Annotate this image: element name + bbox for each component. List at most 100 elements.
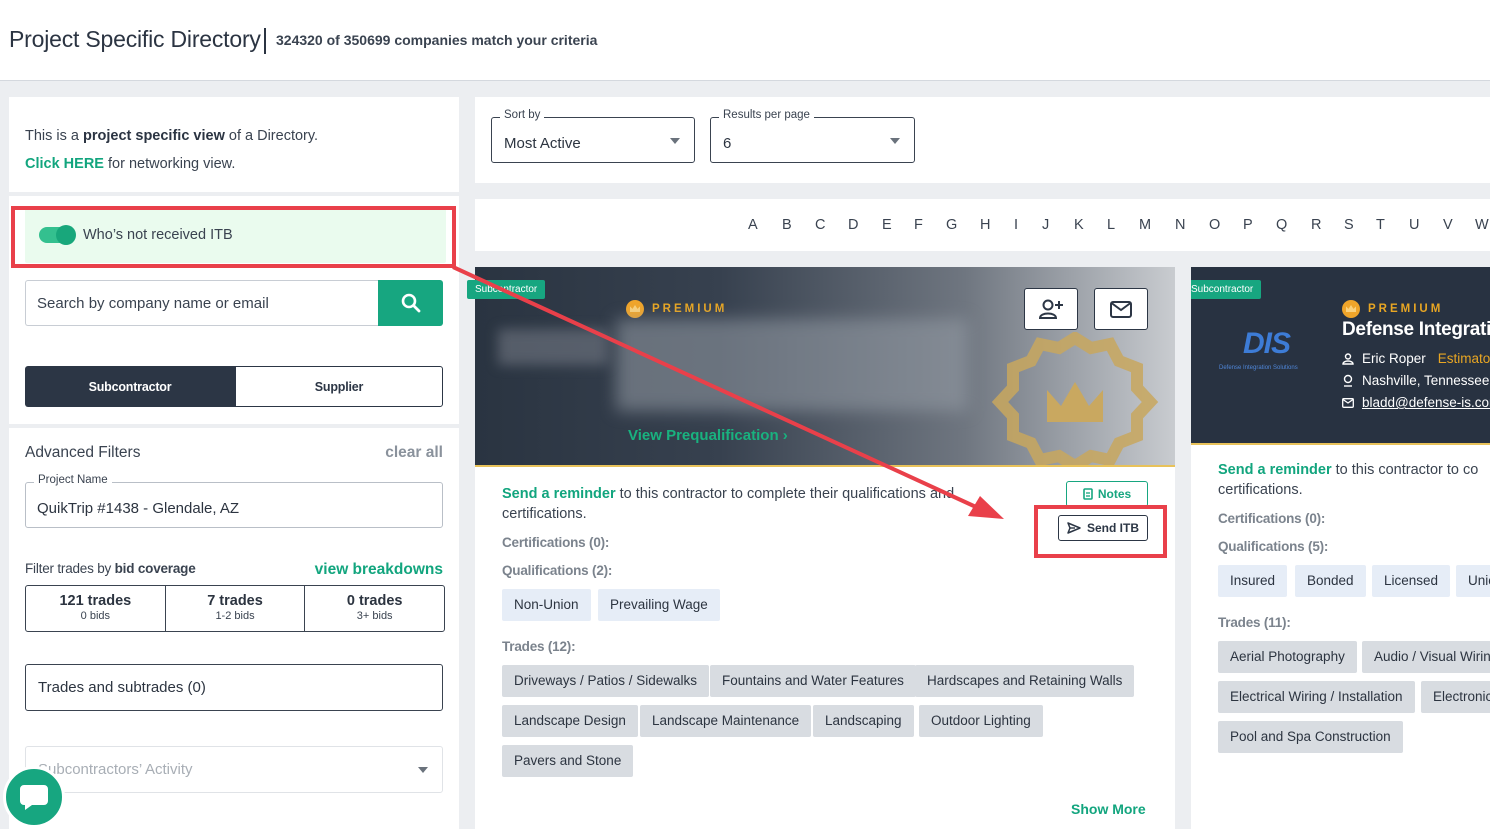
alpha-c[interactable]: C: [815, 217, 825, 233]
add-contact-button[interactable]: [1024, 288, 1078, 330]
alpha-m[interactable]: M: [1139, 217, 1151, 233]
trade-tag: Hardscapes and Retaining Walls: [915, 665, 1135, 697]
bid-coverage-group: 121 trades 0 bids 7 trades 1-2 bids 0 trad…: [25, 585, 445, 632]
chat-button[interactable]: [3, 766, 65, 828]
company-search-input[interactable]: [25, 280, 378, 326]
alpha-k[interactable]: K: [1074, 217, 1084, 233]
trade-tag: Landscape Maintenance: [640, 705, 812, 737]
clear-all-link[interactable]: clear all: [385, 444, 443, 462]
send-reminder-link[interactable]: Send a reminder: [1218, 462, 1332, 478]
chat-icon: [20, 785, 48, 810]
alpha-n[interactable]: N: [1175, 217, 1185, 233]
trades-label: Trades (12):: [502, 639, 576, 654]
results-per-page-label: Results per page: [719, 109, 814, 121]
search-button[interactable]: [378, 280, 443, 326]
trades-subtrades-select[interactable]: Trades and subtrades (0): [25, 664, 443, 711]
bid-coverage-1-2-bids[interactable]: 7 trades 1-2 bids: [164, 586, 305, 631]
toggle-knob: [56, 225, 76, 245]
alpha-o[interactable]: O: [1209, 217, 1220, 233]
trade-tag: Aerial Photography: [1218, 641, 1357, 673]
chevron-down-icon: [670, 138, 680, 144]
networking-view-link[interactable]: Click HERE: [25, 156, 104, 172]
intro-card: This is a project specific view of a Dir…: [9, 97, 459, 192]
crown-coin-icon: [1342, 300, 1360, 318]
trade-tag: Pavers and Stone: [502, 745, 634, 777]
trade-tag: Outdoor Lighting: [919, 705, 1043, 737]
alpha-j[interactable]: J: [1042, 217, 1049, 233]
segment-subcontractor[interactable]: Subcontractor: [25, 366, 235, 407]
trade-tag: Landscape Design: [502, 705, 638, 737]
trade-tag: Fountains and Water Features: [710, 665, 916, 697]
alpha-v[interactable]: V: [1443, 217, 1453, 233]
top-bar: Project Specific Directory 324320 of 350…: [0, 0, 1490, 81]
segment-supplier[interactable]: Supplier: [235, 366, 443, 407]
premium-text: PREMIUM: [1368, 303, 1444, 315]
alpha-e[interactable]: E: [882, 217, 892, 233]
email-link[interactable]: bladd@defense-is.cor: [1362, 395, 1490, 410]
subcontractors-activity-select[interactable]: Subcontractors’ Activity: [25, 746, 443, 793]
show-more-link[interactable]: Show More: [1071, 801, 1146, 817]
alpha-h[interactable]: H: [980, 217, 990, 233]
chevron-down-icon: [890, 138, 900, 144]
alpha-i[interactable]: I: [1014, 217, 1018, 233]
subcontractor-tag: Subcontractor: [1191, 280, 1262, 299]
qualification-tag: Non-Union: [502, 589, 591, 621]
location-text: Nashville, Tennessee: [1362, 373, 1490, 388]
premium-badge: PREMIUM: [1342, 300, 1443, 318]
project-name-field[interactable]: Project Name QuikTrip #1438 - Glendale, …: [25, 474, 443, 528]
filter-card: Who’s not received ITB Subcontractor Sup…: [9, 196, 459, 424]
email-line: bladd@defense-is.cor: [1342, 395, 1490, 410]
advanced-filters-title: Advanced Filters: [25, 444, 141, 461]
email-button[interactable]: [1094, 288, 1148, 330]
view-prequalification-link[interactable]: View Prequalification ›: [628, 427, 788, 444]
chevron-down-icon: [418, 767, 428, 773]
itb-toggle-row[interactable]: Who’s not received ITB: [25, 208, 446, 263]
premium-seal-icon: [991, 332, 1159, 465]
trade-tag: Landscaping: [813, 705, 914, 737]
sort-by-select[interactable]: Sort by Most Active: [491, 109, 695, 163]
company-name: Defense Integration: [1342, 319, 1490, 340]
results-per-page-value: 6: [723, 135, 732, 152]
qualification-tag: Prevailing Wage: [598, 589, 720, 621]
intro-suffix: of a Directory.: [224, 128, 319, 144]
notes-button[interactable]: Notes: [1066, 481, 1148, 507]
alpha-u[interactable]: U: [1409, 217, 1419, 233]
itb-toggle-label: Who’s not received ITB: [83, 227, 233, 243]
user-icon: [1342, 352, 1354, 365]
itb-toggle-switch[interactable]: [39, 225, 76, 245]
crown-coin-icon: [626, 300, 644, 318]
alpha-s[interactable]: S: [1344, 217, 1354, 233]
alpha-p[interactable]: P: [1243, 217, 1253, 233]
alpha-l[interactable]: L: [1107, 217, 1115, 233]
alpha-d[interactable]: D: [848, 217, 858, 233]
company-logo: DIS Defense Integration Solutions: [1219, 327, 1329, 377]
send-itb-button[interactable]: Send ITB: [1058, 515, 1148, 541]
bid-coverage-3plus-bids[interactable]: 0 trades 3+ bids: [304, 586, 444, 631]
bid-sub: 0 bids: [80, 610, 111, 622]
alpha-f[interactable]: F: [914, 217, 923, 233]
sort-by-label: Sort by: [500, 109, 545, 121]
send-reminder-link[interactable]: Send a reminder: [502, 486, 616, 502]
location-line: Nashville, Tennessee: [1342, 373, 1489, 388]
alpha-r[interactable]: R: [1311, 217, 1321, 233]
alpha-w[interactable]: W: [1475, 217, 1489, 233]
advanced-filters-card: Advanced Filters clear all Project Name …: [9, 428, 459, 829]
certifications-label: Certifications (0):: [502, 535, 610, 550]
sort-card: Sort by Most Active Results per page 6: [475, 97, 1490, 183]
company-banner: PREMIUM View Prequalification ›: [475, 267, 1175, 467]
alpha-b[interactable]: B: [782, 217, 792, 233]
alpha-q[interactable]: Q: [1276, 217, 1287, 233]
reminder-body: to this contractor to co: [1331, 462, 1479, 478]
view-breakdowns-link[interactable]: view breakdowns: [315, 561, 443, 579]
alpha-a[interactable]: A: [748, 217, 758, 233]
alpha-t[interactable]: T: [1376, 217, 1385, 233]
bid-coverage-0-bids[interactable]: 121 trades 0 bids: [26, 586, 165, 631]
bid-count: 121 trades: [59, 593, 132, 609]
alpha-g[interactable]: G: [946, 217, 957, 233]
document-icon: [1083, 488, 1093, 500]
company-card: PREMIUM View Prequalification › Send a r…: [475, 267, 1175, 829]
results-per-page-select[interactable]: Results per page 6: [710, 109, 915, 163]
logo-text: DIS: [1243, 327, 1291, 360]
premium-badge: PREMIUM: [626, 300, 727, 318]
company-banner: Subcontractor DIS Defense Integration So…: [1191, 267, 1490, 445]
